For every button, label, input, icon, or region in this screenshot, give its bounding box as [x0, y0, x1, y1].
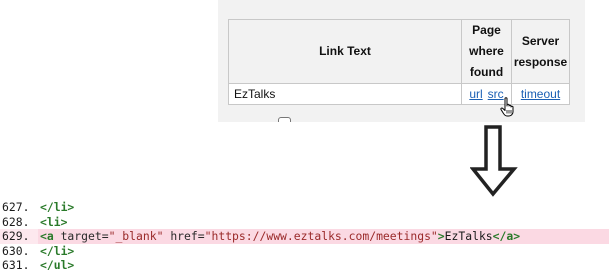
code-token: <li> [40, 214, 68, 229]
code-line: 628. <li> [0, 215, 609, 230]
line-number: 630. [2, 243, 30, 258]
code-line: 631. </ul> [0, 258, 609, 273]
table-row: EzTalks url src timeout [228, 83, 570, 105]
link-report-panel: Link Text Page where found Server respon… [218, 0, 585, 122]
code-token: href= [163, 229, 205, 243]
code-line-highlighted: 629. <a target="_blank" href="https://www… [0, 229, 609, 244]
code-token: "_blank" [108, 229, 164, 243]
code-text: <li> [40, 215, 67, 229]
header-server-response: Server response [511, 19, 570, 84]
url-link[interactable]: url [469, 87, 482, 101]
line-number: 628. [2, 214, 30, 229]
source-code-listing: 627. </li> 628. <li> 629. <a target="_blank" … [0, 200, 609, 273]
server-response-cell: timeout [511, 83, 570, 105]
code-line: 630. </li> [0, 244, 609, 259]
code-text: </li> [40, 244, 74, 258]
code-token: </a> [492, 229, 521, 243]
code-token: "https://www.eztalks.com/meetings" [204, 229, 438, 243]
code-text: <a target="_blank" href="https://www.ezt… [40, 229, 520, 243]
hand-pointer-icon [500, 97, 514, 117]
code-text: </li> [40, 200, 74, 214]
link-report-table: Link Text Page where found Server respon… [228, 19, 570, 105]
code-line: 627. </li> [0, 200, 609, 215]
code-token: EzTalks [444, 229, 493, 243]
cropped-option-row [278, 116, 378, 122]
header-link-text: Link Text [228, 19, 462, 84]
header-page-where-found: Page where found [461, 19, 512, 84]
line-number: 627. [2, 200, 30, 214]
down-arrow-icon [470, 125, 518, 197]
code-token: target= [60, 229, 109, 243]
line-number: 629. [2, 229, 30, 243]
code-token: <a [40, 229, 61, 243]
table-header-row: Link Text Page where found Server respon… [228, 19, 570, 84]
code-token: </li> [40, 243, 75, 258]
link-text-cell: EzTalks [228, 83, 462, 105]
code-token: </li> [40, 200, 75, 214]
code-text: </ul> [40, 258, 74, 272]
cropped-label [295, 116, 378, 122]
line-number: 631. [2, 258, 30, 272]
code-token: </ul> [40, 258, 75, 272]
code-token: > [437, 229, 445, 243]
timeout-link[interactable]: timeout [521, 87, 560, 101]
checkbox[interactable] [278, 117, 291, 122]
